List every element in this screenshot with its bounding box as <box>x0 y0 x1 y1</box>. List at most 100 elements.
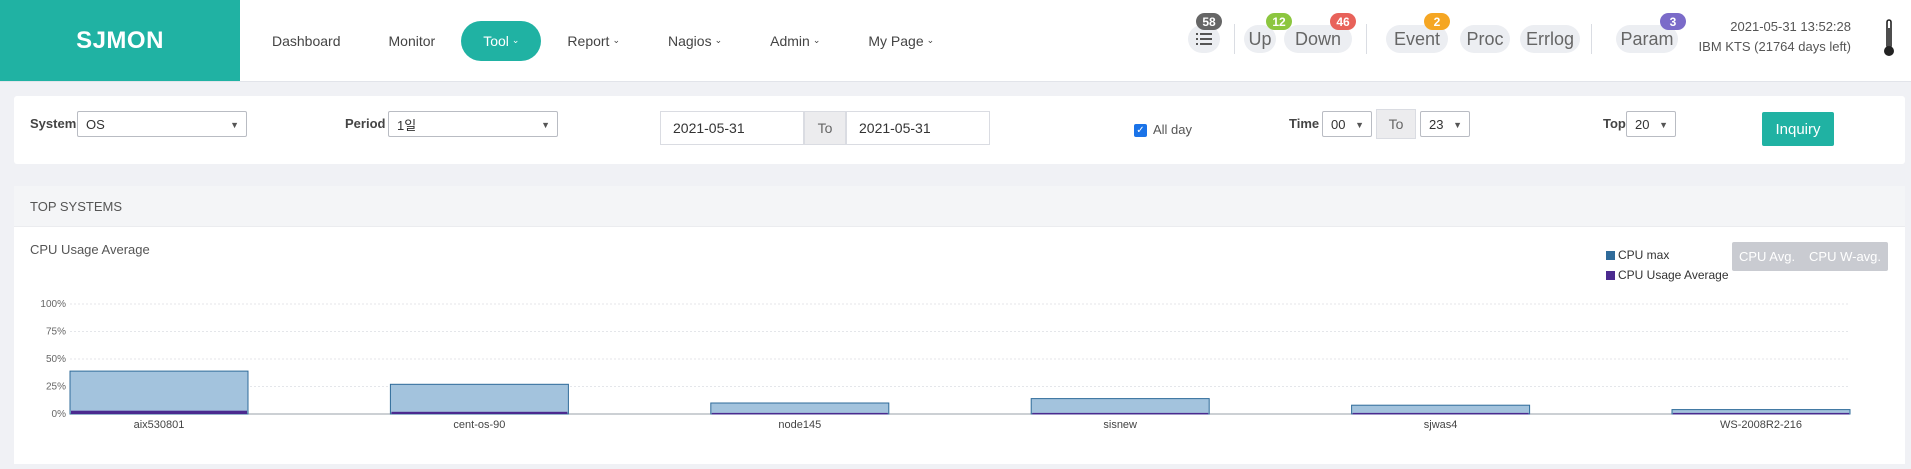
chevron-down-icon: ⌄ <box>612 35 620 45</box>
date-from-value: 2021-05-31 <box>673 120 745 136</box>
top-label: Top <box>1603 116 1626 131</box>
bar-cpu-usage-average <box>1673 412 1849 415</box>
x-tick-label: aix530801 <box>134 419 185 431</box>
license-info: IBM KTS (21764 days left) <box>1698 39 1851 54</box>
time-label: Time <box>1289 116 1320 131</box>
bar-cpu-usage-average <box>71 410 247 414</box>
list-count-badge: 58 <box>1196 13 1222 30</box>
proc-button[interactable]: Proc <box>1460 25 1510 53</box>
y-tick-label: 0% <box>52 409 67 420</box>
bar-cpu-usage-average <box>711 412 888 415</box>
nav-nagios[interactable]: Nagios ⌄ <box>646 21 744 61</box>
cpu-bar-chart: 0% 25% 50% 75% 100% aix530801 cent-os-90 node14… <box>40 299 1851 431</box>
date-from-input[interactable]: 2021-05-31 <box>660 111 804 145</box>
nav-dashboard[interactable]: Dashboard <box>250 21 363 61</box>
y-tick-label: 50% <box>46 354 66 365</box>
param-count-badge: 3 <box>1660 13 1686 30</box>
date-to-separator: To <box>804 111 846 145</box>
nav-label: Admin <box>770 32 810 49</box>
bar-cpu-max <box>389 383 569 415</box>
dropdown-arrow-icon: ▼ <box>541 120 550 130</box>
down-label: Down <box>1294 28 1342 49</box>
alarm-list-button[interactable]: 58 <box>1188 13 1222 53</box>
event-button[interactable]: Event 2 <box>1386 13 1450 53</box>
system-value: OS <box>86 116 105 132</box>
up-label: Up <box>1248 28 1272 49</box>
y-tick-label: 100% <box>40 299 66 310</box>
y-tick-label: 25% <box>46 382 66 393</box>
current-datetime: 2021-05-31 13:52:28 <box>1730 19 1851 34</box>
bar-cpu-usage-average <box>1352 412 1529 415</box>
x-tick-label: WS-2008R2-216 <box>1720 419 1802 431</box>
dropdown-arrow-icon: ▼ <box>1659 120 1668 130</box>
nav-tool[interactable]: Tool ⌄ <box>461 20 542 61</box>
to-label: To <box>817 120 833 136</box>
top-systems-panel: TOP SYSTEMS CPU Usage Average CPU max CP… <box>14 186 1905 464</box>
time-from-value: 00 <box>1331 116 1346 132</box>
bar-cpu-max <box>1030 398 1210 415</box>
nav-label: Tool <box>483 32 509 49</box>
clock-info: 2021-05-31 13:52:28 IBM KTS (21764 days … <box>1699 17 1851 57</box>
chevron-down-icon: ⌄ <box>812 35 821 45</box>
top-header: SJMON Dashboard Monitor Tool ⌄ Report ⌄ Na… <box>0 0 1911 82</box>
time-to-value: 23 <box>1429 116 1444 132</box>
bar-cpu-max <box>710 402 890 415</box>
time-from-select[interactable]: 00 ▼ <box>1322 111 1372 137</box>
proc-label: Proc <box>1466 28 1504 49</box>
divider <box>1591 24 1592 54</box>
nav-label: Report <box>567 32 610 49</box>
time-to-label: To <box>1388 116 1404 132</box>
inquiry-label: Inquiry <box>1775 120 1821 138</box>
event-label: Event <box>1393 28 1441 49</box>
dropdown-arrow-icon: ▼ <box>230 120 239 130</box>
thermometer-icon <box>1884 19 1894 56</box>
dropdown-arrow-icon: ▼ <box>1355 120 1364 130</box>
period-label: Period <box>345 116 386 131</box>
time-to-separator: To <box>1376 109 1416 139</box>
down-button[interactable]: Down 46 <box>1284 13 1356 53</box>
app-logo[interactable]: SJMON <box>0 0 240 81</box>
nav-report[interactable]: Report ⌄ <box>545 21 642 61</box>
nav-label: My Page <box>868 32 924 49</box>
divider <box>1366 24 1367 54</box>
x-tick-label: sisnew <box>1103 419 1137 431</box>
dropdown-arrow-icon: ▼ <box>1453 120 1462 130</box>
inquiry-button[interactable]: Inquiry <box>1762 112 1834 146</box>
nav-label: Monitor <box>388 32 436 49</box>
nav-monitor[interactable]: Monitor <box>367 21 458 61</box>
period-select[interactable]: 1일 ▼ <box>388 111 558 137</box>
allday-label: All day <box>1153 122 1193 137</box>
top-select[interactable]: 20 ▼ <box>1626 111 1676 137</box>
chevron-down-icon: ⌄ <box>714 35 723 45</box>
date-to-input[interactable]: 2021-05-31 <box>846 111 990 145</box>
down-count-badge: 46 <box>1330 13 1356 30</box>
allday-checkbox[interactable]: ✓ <box>1134 124 1147 137</box>
param-button[interactable]: Param 3 <box>1616 13 1686 53</box>
nav-my-page[interactable]: My Page ⌄ <box>846 21 956 61</box>
divider <box>1234 24 1235 54</box>
main-nav: Dashboard Monitor Tool ⌄ Report ⌄ Nagios ⌄ … <box>250 0 960 81</box>
top-value: 20 <box>1635 116 1650 132</box>
list-icon <box>1196 33 1212 45</box>
event-count-badge: 2 <box>1424 13 1450 30</box>
nav-admin[interactable]: Admin ⌄ <box>748 21 842 61</box>
system-select[interactable]: OS ▼ <box>77 111 247 137</box>
errlog-button[interactable]: Errlog <box>1520 25 1580 53</box>
x-tick-label: cent-os-90 <box>453 419 505 431</box>
x-tick-label: sjwas4 <box>1424 419 1458 431</box>
bar-cpu-usage-average <box>391 411 568 414</box>
x-tick-label: node145 <box>778 419 821 431</box>
nav-label: Nagios <box>668 32 712 49</box>
bar-cpu-usage-average <box>1032 412 1209 415</box>
filter-bar: System OS ▼ Period 1일 ▼ 2021-05-31 To 20… <box>14 96 1905 164</box>
system-label: System <box>30 116 77 131</box>
param-label: Param <box>1620 28 1674 49</box>
up-button[interactable]: Up 12 <box>1244 13 1292 53</box>
date-to-value: 2021-05-31 <box>859 120 931 136</box>
chevron-down-icon: ⌄ <box>926 35 935 45</box>
y-tick-label: 75% <box>46 327 66 338</box>
bar-cpu-max <box>69 370 249 415</box>
period-value: 1일 <box>397 117 417 133</box>
nav-label: Dashboard <box>272 32 341 49</box>
time-to-select[interactable]: 23 ▼ <box>1420 111 1470 137</box>
